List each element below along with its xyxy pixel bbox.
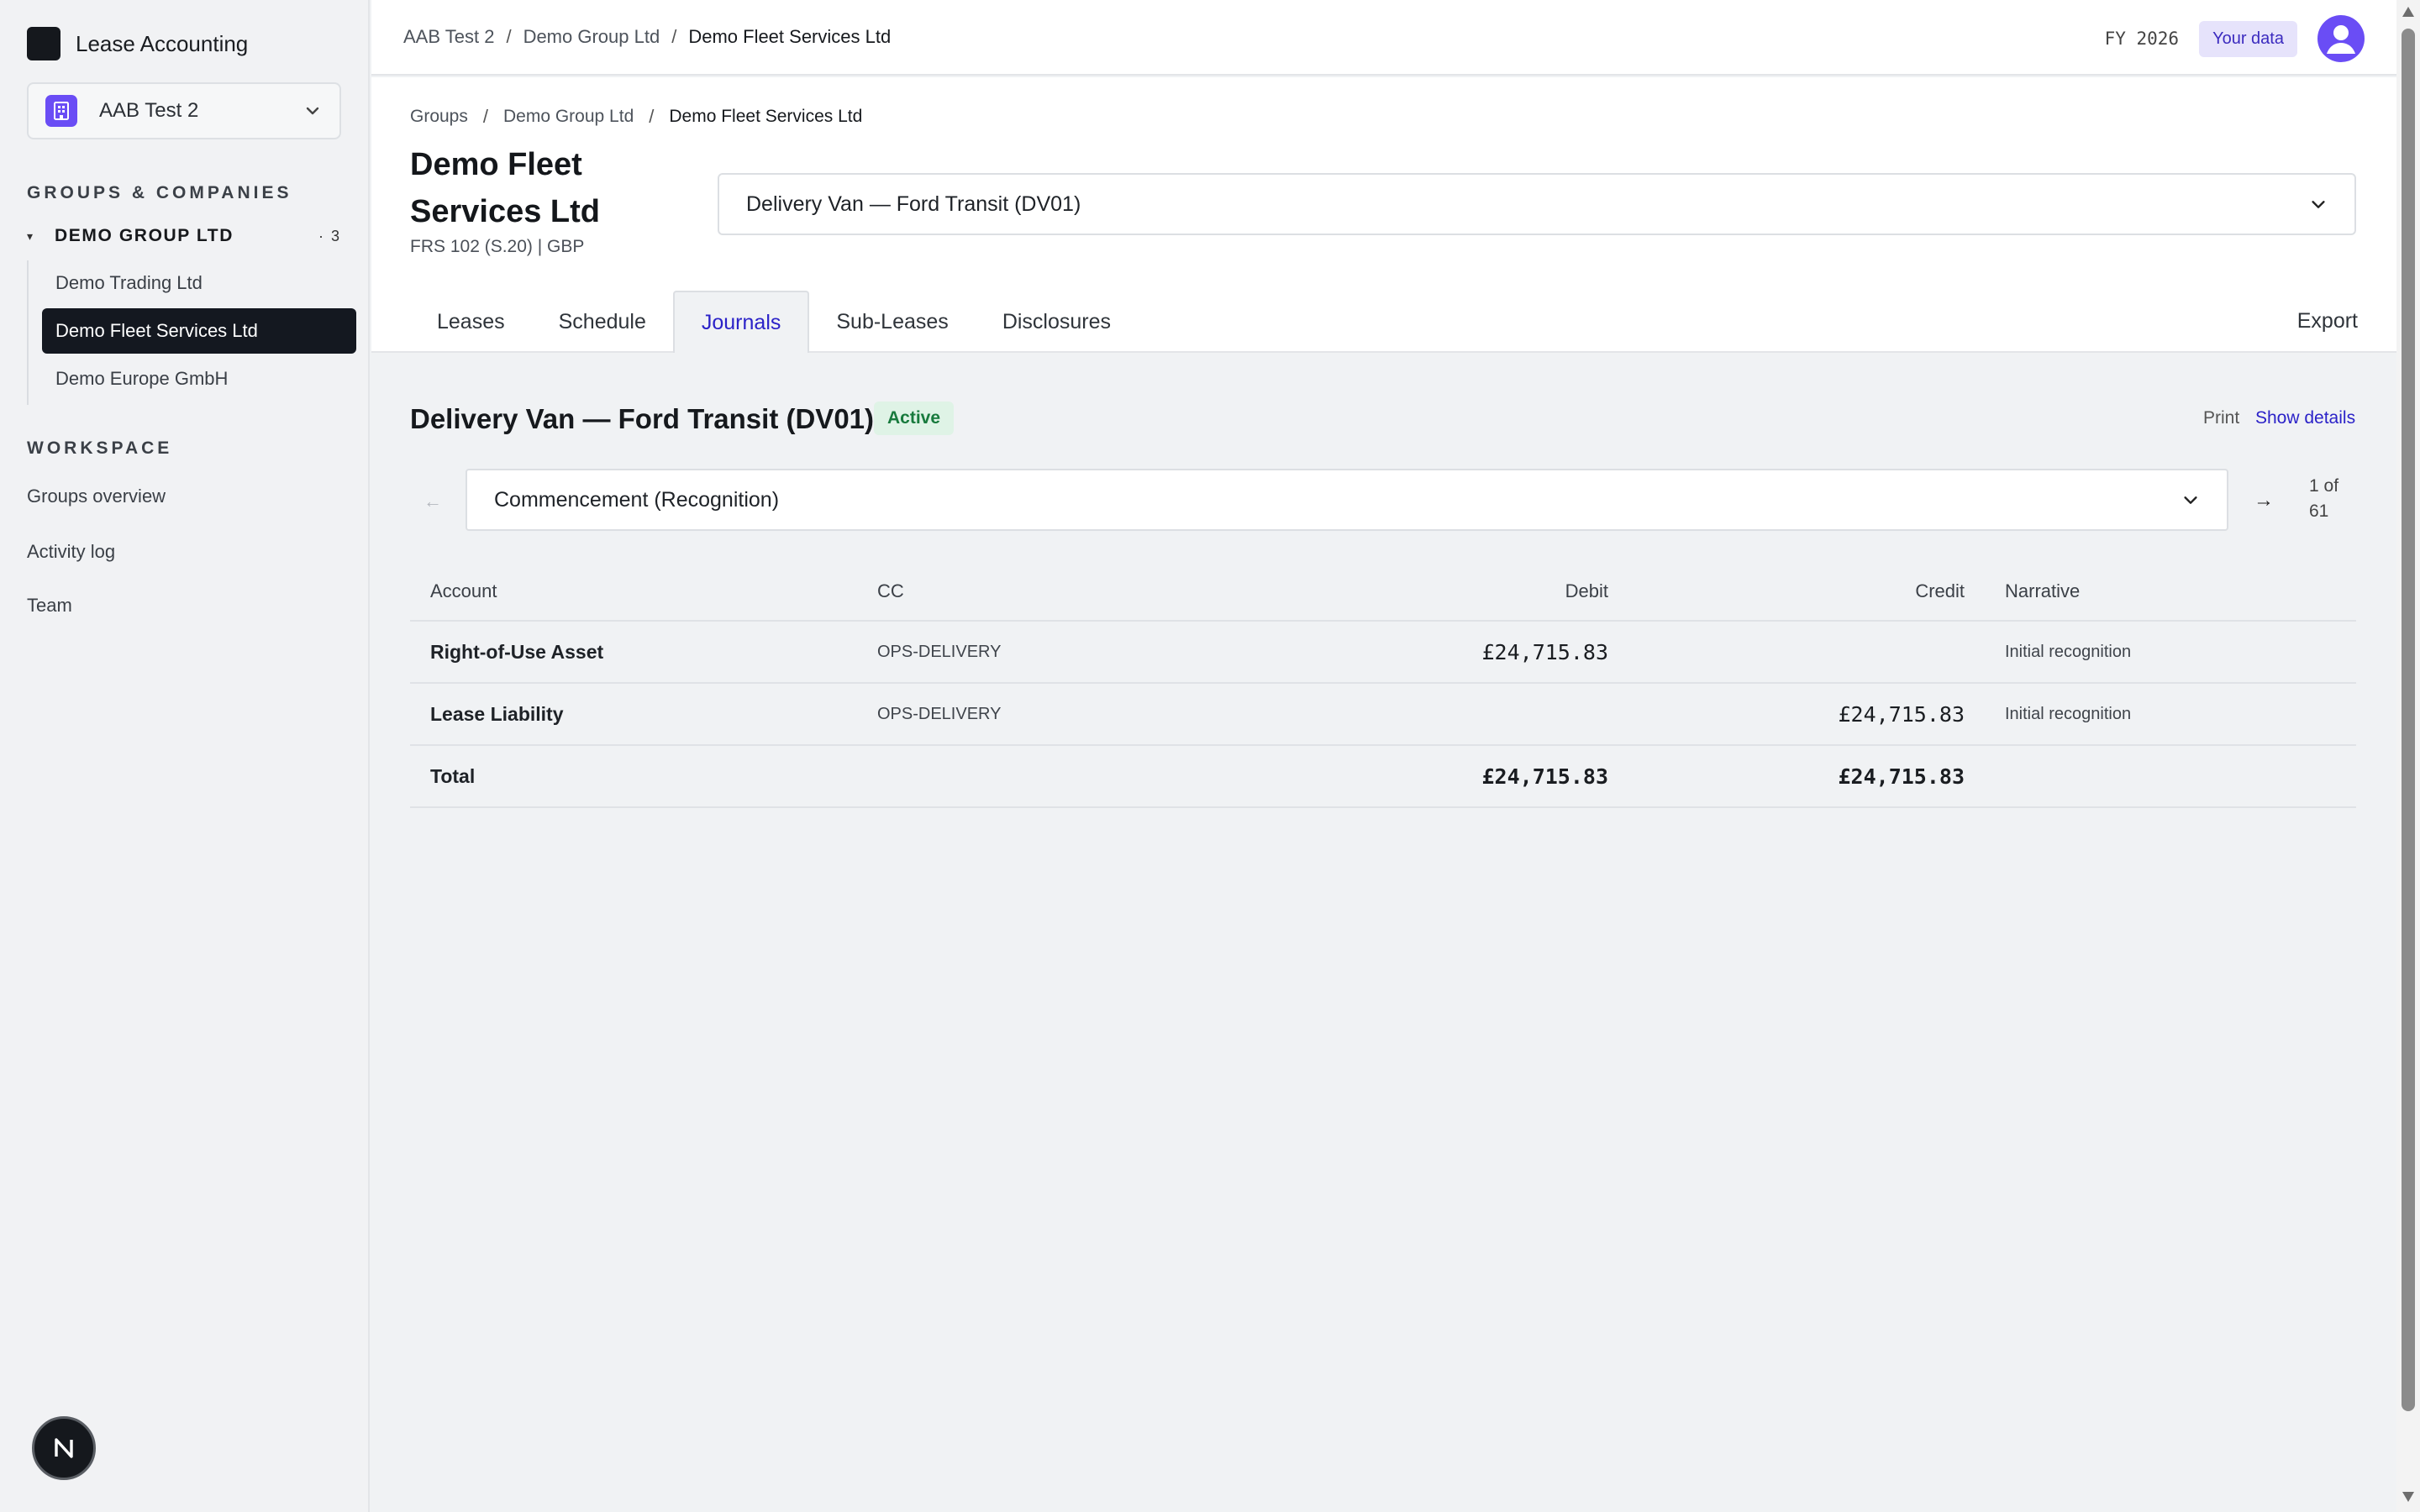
arrow-right-icon[interactable]: → <box>2254 489 2274 512</box>
nav-team[interactable]: Team <box>27 595 72 617</box>
fiscal-year[interactable]: FY 2026 <box>2105 29 2180 49</box>
print-button[interactable]: Print <box>2203 408 2239 428</box>
row-debit: £24,715.83 <box>1481 639 1608 664</box>
caret-down-icon: ▾ <box>27 228 34 243</box>
total-row: Total £24,715.83 £24,715.83 <box>410 746 2356 808</box>
breadcrumb-separator: / <box>482 106 488 127</box>
scroll-up-arrow-icon[interactable] <box>2402 7 2414 17</box>
status-badge: Active <box>874 402 955 435</box>
export-button[interactable]: Export <box>2297 309 2358 333</box>
company-standard-currency: FRS 102 (S.20) | GBP <box>410 237 585 256</box>
page-title: Demo Fleet Services Ltd <box>410 147 600 229</box>
group-count: · 3 <box>318 227 341 244</box>
tab-disclosures[interactable]: Disclosures <box>976 291 1138 353</box>
total-debit: £24,715.83 <box>1481 764 1608 789</box>
avatar[interactable] <box>2317 15 2365 62</box>
groups-section-label: GROUPS & COMPANIES <box>27 183 292 202</box>
column-credit: Credit <box>1915 580 1965 601</box>
nav-groups-overview[interactable]: Groups overview <box>27 486 166 507</box>
tabs: Leases Schedule Journals Sub-Leases Disc… <box>410 291 1138 353</box>
show-details-link[interactable]: Show details <box>2255 408 2355 428</box>
brand[interactable]: Lease Accounting <box>27 27 248 60</box>
building-icon <box>45 95 77 127</box>
tab-journals[interactable]: Journals <box>672 291 810 353</box>
app-name: Lease Accounting <box>76 30 249 56</box>
tab-schedule[interactable]: Schedule <box>532 291 673 353</box>
topbar-breadcrumb-current: Demo Fleet Services Ltd <box>688 26 892 47</box>
company-item-demo-europe[interactable]: Demo Europe GmbH <box>42 356 356 402</box>
lease-select[interactable]: Delivery Van — Ford Transit (DV01) <box>718 173 2356 235</box>
chevron-down-icon <box>2312 201 2325 208</box>
user-icon <box>2327 25 2355 54</box>
group-toggle[interactable]: ▾ DEMO GROUP LTD · 3 <box>27 223 341 249</box>
table-row: Right-of-Use Asset OPS-DELIVERY £24,715.… <box>410 622 2356 684</box>
column-account: Account <box>430 580 497 601</box>
chevron-down-icon <box>306 107 319 115</box>
workspace-switcher[interactable]: AAB Test 2 <box>27 82 341 139</box>
breadcrumb-separator: / <box>506 26 512 47</box>
breadcrumb-current: Demo Fleet Services Ltd <box>669 107 863 126</box>
table-row: Lease Liability OPS-DELIVERY £24,715.83 … <box>410 684 2356 746</box>
company-item-demo-fleet-services[interactable]: Demo Fleet Services Ltd <box>42 308 356 354</box>
total-label: Total <box>430 764 476 787</box>
sidebar: Lease Accounting AAB Test 2 GROUPS & COM… <box>0 0 370 1512</box>
arrow-left-icon[interactable]: ← <box>424 491 442 512</box>
nav-activity-log[interactable]: Activity log <box>27 541 115 563</box>
company-item-demo-trading[interactable]: Demo Trading Ltd <box>42 260 356 306</box>
breadcrumb-separator: / <box>649 106 655 127</box>
topbar-actions: FY 2026 Your data <box>2105 15 2365 62</box>
page-scrollbar[interactable] <box>2396 0 2420 1512</box>
column-debit: Debit <box>1565 580 1608 601</box>
pager-position: 1 of <box>2309 476 2339 496</box>
scroll-down-arrow-icon[interactable] <box>2402 1492 2414 1502</box>
dev-tools-button[interactable] <box>32 1416 96 1480</box>
breadcrumb-group[interactable]: Demo Group Ltd <box>503 107 634 127</box>
journal-entry-value: Commencement (Recognition) <box>494 487 780 512</box>
topbar-breadcrumb-workspace[interactable]: AAB Test 2 <box>403 26 494 48</box>
row-cc: OPS-DELIVERY <box>877 704 1002 723</box>
row-account: Lease Liability <box>430 702 564 725</box>
table-header: Account CC Debit Credit Narrative <box>410 563 2356 622</box>
group-name: DEMO GROUP LTD <box>55 226 234 245</box>
row-narrative: Initial recognition <box>2005 704 2132 723</box>
tab-leases[interactable]: Leases <box>410 291 532 353</box>
column-narrative: Narrative <box>2005 580 2081 601</box>
tab-sub-leases[interactable]: Sub-Leases <box>809 291 975 353</box>
company-header: Groups / Demo Group Ltd / Demo Fleet Ser… <box>371 77 2396 353</box>
your-data-badge[interactable]: Your data <box>2199 20 2297 57</box>
journal-title: Delivery Van — Ford Transit (DV01) <box>410 403 875 434</box>
brand-logo <box>27 27 60 60</box>
row-cc: OPS-DELIVERY <box>877 642 1002 661</box>
journal-entry-select[interactable]: Commencement (Recognition) <box>466 469 2228 531</box>
breadcrumb-separator: / <box>671 26 677 47</box>
workspace-name: AAB Test 2 <box>99 99 199 122</box>
company-list: Demo Trading Ltd Demo Fleet Services Ltd… <box>27 260 356 405</box>
pager: 1 of 61 <box>2309 474 2351 524</box>
n-logo-icon <box>55 1438 73 1458</box>
chevron-down-icon <box>2184 496 2197 504</box>
row-credit: £24,715.83 <box>1838 701 1965 727</box>
scroll-thumb[interactable] <box>2402 29 2415 1411</box>
topbar-breadcrumb-group[interactable]: Demo Group Ltd <box>523 26 660 48</box>
row-account: Right-of-Use Asset <box>430 640 604 663</box>
lease-select-value: Delivery Van — Ford Transit (DV01) <box>746 192 1081 216</box>
breadcrumb: Groups / Demo Group Ltd / Demo Fleet Ser… <box>410 106 862 128</box>
breadcrumb-groups[interactable]: Groups <box>410 107 468 127</box>
journal-table: Account CC Debit Credit Narrative Right-… <box>410 563 2356 808</box>
total-credit: £24,715.83 <box>1838 764 1965 789</box>
workspace-section-label: WORKSPACE <box>27 438 173 458</box>
column-cc: CC <box>877 580 904 601</box>
pager-total: 61 <box>2309 501 2329 521</box>
row-narrative: Initial recognition <box>2005 642 2132 661</box>
topbar: AAB Test 2 / Demo Group Ltd / Demo Fleet… <box>371 0 2396 76</box>
